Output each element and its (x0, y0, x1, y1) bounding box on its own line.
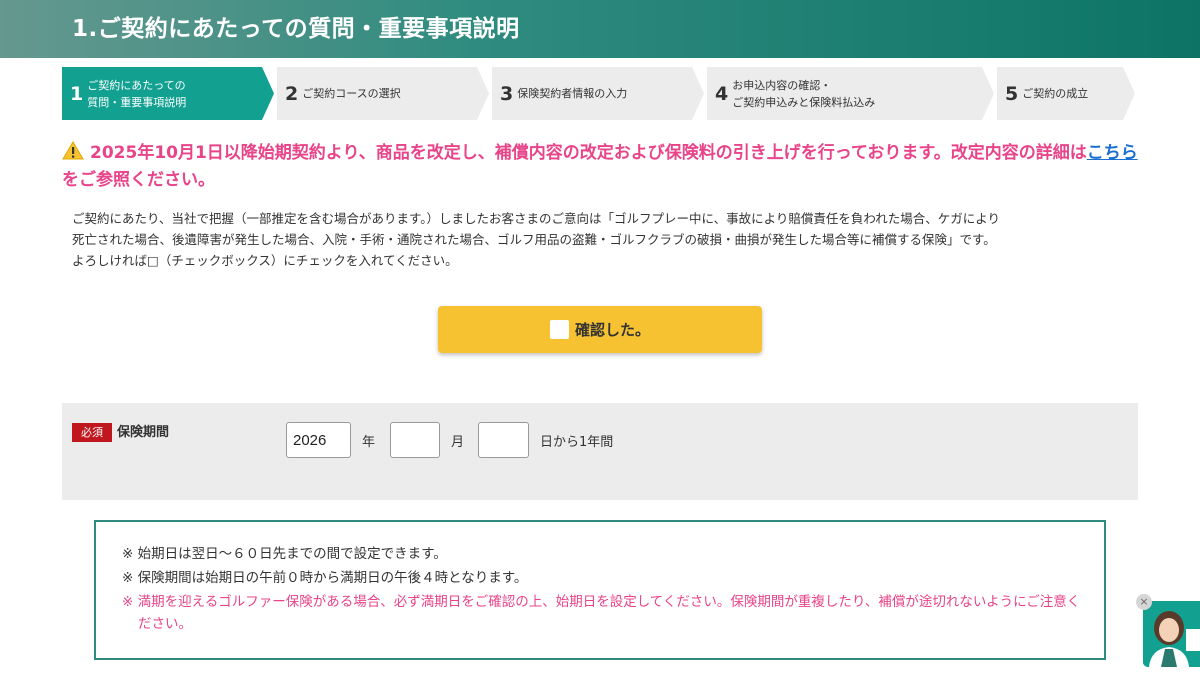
progress-steps: 1 ご契約にあたっての 質問・重要事項説明 2 ご契約コースの選択 3 保険契約… (62, 67, 1142, 120)
revision-notice: 2025年10月1日以降始期契約より、商品を改定し、補償内容の改定および保険料の… (62, 140, 1142, 194)
insurance-period-section: 必須 保険期間 年 月 日から1年間 (62, 403, 1138, 500)
note-overlap-warning: ※ 満期を迎えるゴルファー保険がある場合、必ず満期日をご確認の上、始期日を設定し… (122, 594, 1081, 632)
description-line: 死亡された場合、後遺障害が発生した場合、入院・手術・通院された場合、ゴルフ用品の… (72, 232, 996, 247)
step-label: ご契約コースの選択 (302, 87, 401, 100)
period-notes: ※ 始期日は翌日～６０日先までの間で設定できます。 ※ 保険期間は始期日の午前０… (94, 520, 1106, 660)
step-number: 4 (715, 82, 729, 105)
step-4: 4 お申込内容の確認・ ご契約申込みと保険料払込み (707, 67, 994, 120)
chat-operator-widget[interactable] (1143, 601, 1200, 667)
confirm-checkbox-button[interactable]: 確認した。 (438, 306, 762, 353)
description-line: ご契約にあたり、当社で把握（一部推定を含む場合があります。）しましたお客さまのご… (72, 211, 1001, 226)
day-unit: 日から1年間 (540, 435, 614, 450)
period-label: 保険期間 (117, 425, 170, 440)
step-label: 保険契約者情報の入力 (517, 87, 628, 100)
start-year-input[interactable] (286, 422, 351, 458)
step-label: ご契約の成立 (1022, 87, 1089, 100)
close-icon[interactable]: × (1136, 594, 1152, 610)
notice-text-end: をご参照ください。 (62, 170, 215, 190)
start-month-input[interactable] (390, 422, 440, 458)
page-header: 1.ご契約にあたっての質問・重要事項説明 (0, 0, 1200, 58)
step-number: 1 (70, 82, 84, 105)
step-label: ご契約にあたっての 質問・重要事項説明 (87, 78, 187, 109)
step-5: 5 ご契約の成立 (997, 67, 1135, 120)
start-day-input[interactable] (478, 422, 529, 458)
details-link[interactable]: こちら (1087, 143, 1138, 163)
notice-text: 2025年10月1日以降始期契約より、商品を改定し、補償内容の改定および保険料の… (90, 143, 1087, 163)
confirm-checkbox[interactable] (549, 320, 569, 339)
page-title: 1.ご契約にあたっての質問・重要事項説明 (72, 16, 520, 42)
step-number: 2 (285, 82, 299, 105)
step-number: 3 (500, 82, 514, 105)
note-start-date: ※ 始期日は翌日～６０日先までの間で設定できます。 (122, 546, 447, 562)
step-2: 2 ご契約コースの選択 (277, 67, 489, 120)
step-1: 1 ご契約にあたっての 質問・重要事項説明 (62, 67, 274, 120)
year-unit: 年 (362, 435, 376, 450)
required-badge: 必須 (72, 423, 112, 442)
warning-icon (62, 141, 84, 160)
month-unit: 月 (451, 435, 465, 450)
intent-description: ご契約にあたり、当社で把握（一部推定を含む場合があります。）しましたお客さまのご… (72, 208, 1132, 271)
operator-avatar-icon (1143, 601, 1200, 667)
step-number: 5 (1005, 82, 1019, 105)
description-line: よろしければ□（チェックボックス）にチェックを入れてください。 (72, 253, 458, 268)
confirm-label: 確認した。 (574, 321, 650, 339)
step-3: 3 保険契約者情報の入力 (492, 67, 704, 120)
note-period-time: ※ 保険期間は始期日の午前０時から満期日の午後４時となります。 (122, 570, 528, 586)
step-label: お申込内容の確認・ ご契約申込みと保険料払込み (732, 78, 876, 109)
